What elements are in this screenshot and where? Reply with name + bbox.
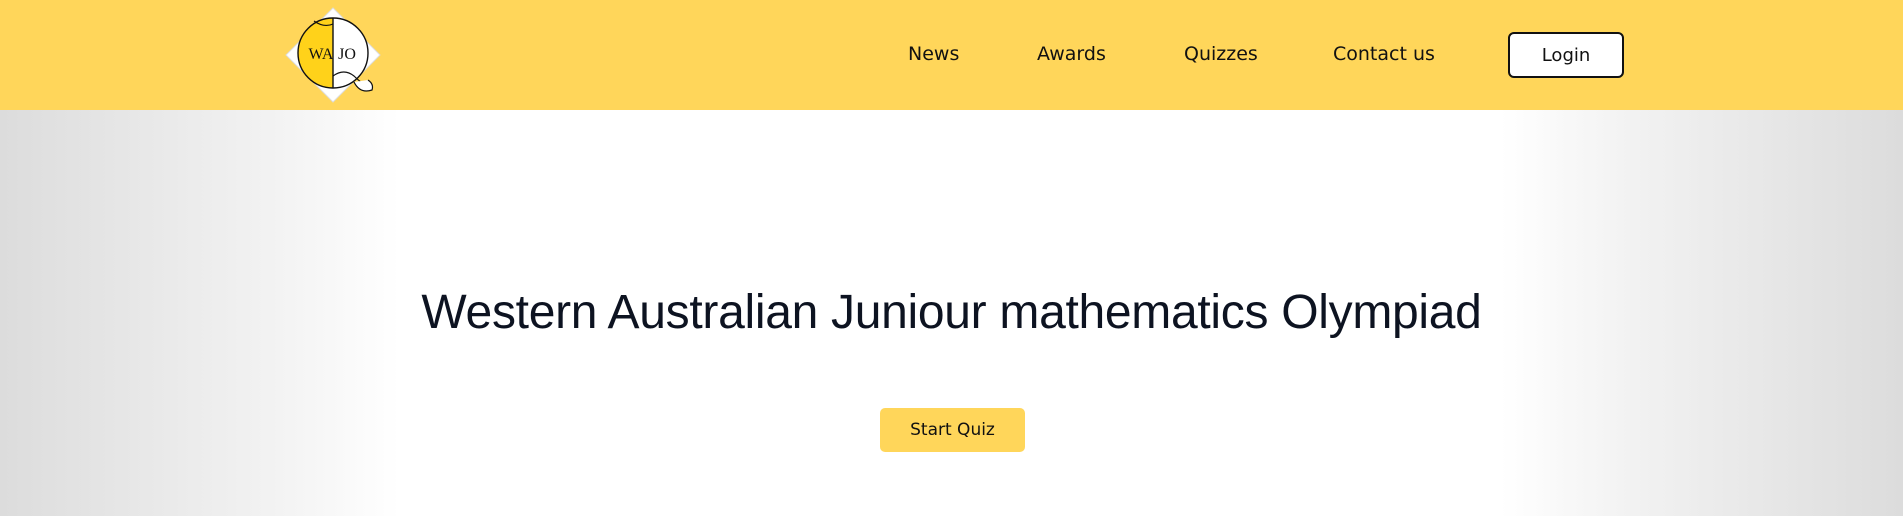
login-button[interactable]: Login	[1508, 32, 1624, 78]
logo-icon: WA JO	[285, 7, 381, 103]
nav-link-quizzes[interactable]: Quizzes	[1184, 41, 1258, 67]
hero-section: Western Australian Juniour mathematics O…	[0, 110, 1903, 516]
top-navbar: WA JO News Awards Quizzes Contact us Log…	[0, 0, 1903, 110]
wajo-logo[interactable]: WA JO	[284, 6, 382, 104]
start-quiz-button[interactable]: Start Quiz	[880, 408, 1025, 452]
nav-link-contact-us[interactable]: Contact us	[1333, 41, 1435, 67]
page-title: Western Australian Juniour mathematics O…	[421, 286, 1482, 339]
logo-text-left: WA	[309, 46, 334, 63]
logo-text-right: JO	[338, 46, 356, 63]
nav-link-awards[interactable]: Awards	[1037, 41, 1106, 67]
nav-link-news[interactable]: News	[908, 41, 959, 67]
